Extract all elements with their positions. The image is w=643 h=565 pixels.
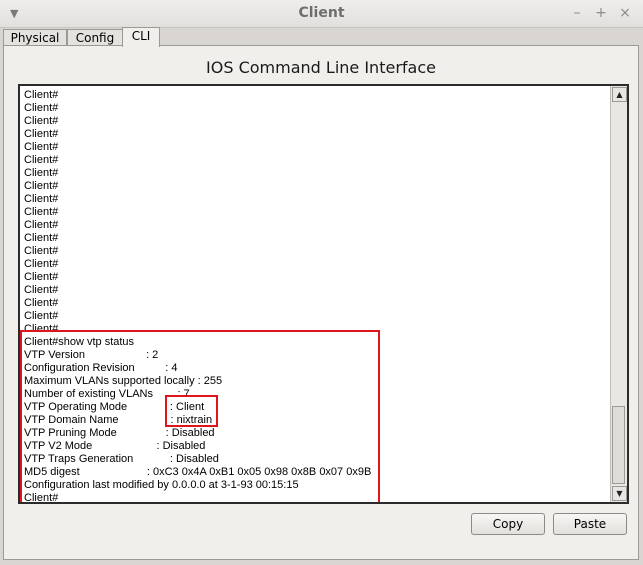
scrollbar-thumb[interactable] — [612, 406, 625, 484]
minimize-icon[interactable]: – — [568, 4, 586, 22]
terminal-line: Client# — [24, 219, 59, 231]
window-title: Client — [298, 5, 345, 21]
copy-button[interactable]: Copy — [471, 513, 545, 535]
terminal-line: Client# — [24, 206, 59, 218]
close-icon[interactable]: × — [616, 4, 634, 22]
terminal-line: MD5 digest : 0xC3 0x4A 0xB1 0x05 0x98 0x… — [24, 466, 372, 478]
terminal-line: Number of existing VLANs : 7 — [24, 388, 190, 400]
terminal-line: Client# — [24, 245, 59, 257]
terminal-line: Client# — [24, 128, 59, 140]
terminal-line: Client# — [24, 232, 59, 244]
terminal-line: VTP Traps Generation : Disabled — [24, 453, 219, 465]
scroll-down-icon[interactable]: ▼ — [612, 486, 627, 501]
terminal-line: Client# — [24, 492, 59, 504]
terminal-line: Client# — [24, 271, 59, 283]
terminal-line: Client# — [24, 167, 59, 179]
maximize-icon[interactable]: + — [592, 4, 610, 22]
cli-terminal[interactable]: Client# Client# Client# Client# Client# Clien… — [18, 84, 629, 504]
tab-physical[interactable]: Physical — [3, 29, 67, 46]
terminal-line: VTP Version : 2 — [24, 349, 159, 361]
terminal-line: Client# — [24, 141, 59, 153]
terminal-line: VTP Pruning Mode : Disabled — [24, 427, 215, 439]
terminal-line: Configuration Revision : 4 — [24, 362, 178, 374]
terminal-line: Maximum VLANs supported locally : 255 — [24, 375, 223, 387]
terminal-line: Client# — [24, 193, 59, 205]
terminal-line: Client# — [24, 115, 59, 127]
terminal-line: Client# — [24, 154, 59, 166]
terminal-line: Client# — [24, 180, 59, 192]
paste-button[interactable]: Paste — [553, 513, 627, 535]
terminal-line: Client# — [24, 323, 59, 335]
terminal-line: VTP Operating Mode : Client — [24, 401, 205, 413]
terminal-scrollbar[interactable]: ▲ ▼ — [610, 86, 627, 502]
terminal-output: Client# Client# Client# Client# Client# Clien… — [24, 89, 604, 504]
tab-config[interactable]: Config — [67, 29, 123, 46]
terminal-line: VTP Domain Name : nixtrain — [24, 414, 213, 426]
panel-title: IOS Command Line Interface — [206, 58, 436, 77]
terminal-line: Client# — [24, 297, 59, 309]
scroll-up-icon[interactable]: ▲ — [612, 87, 627, 102]
cli-panel: IOS Command Line Interface Client# Client… — [3, 45, 639, 560]
terminal-line: VTP V2 Mode : Disabled — [24, 440, 206, 452]
terminal-line: Client# — [24, 310, 59, 322]
terminal-line: Client# — [24, 102, 59, 114]
terminal-line: Client# — [24, 258, 59, 270]
terminal-line: Client# — [24, 284, 59, 296]
terminal-line: Configuration last modified by 0.0.0.0 a… — [24, 479, 299, 491]
window-titlebar: ▼ Client – + × — [0, 0, 643, 28]
terminal-line: Client#show vtp status — [24, 336, 135, 348]
terminal-line: Client# — [24, 89, 59, 101]
tab-cli[interactable]: CLI — [122, 27, 160, 47]
